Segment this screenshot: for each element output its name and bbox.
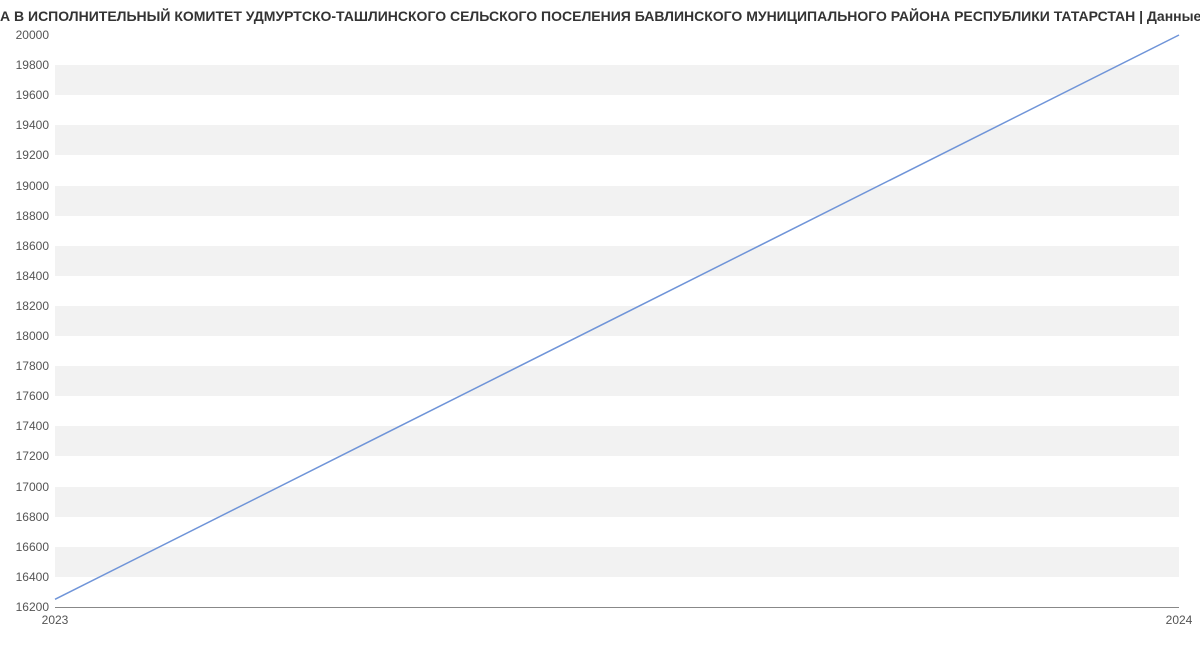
y-tick-label: 18800 [16,209,49,223]
y-tick-label: 17800 [16,359,49,373]
y-tick-label: 20000 [16,28,49,42]
y-tick-label: 19600 [16,88,49,102]
y-tick-label: 17600 [16,389,49,403]
y-tick-label: 16200 [16,600,49,614]
y-tick-label: 17400 [16,419,49,433]
x-tick-label: 2023 [42,613,69,627]
y-tick-label: 17000 [16,480,49,494]
y-tick-label: 18600 [16,239,49,253]
chart-title: А В ИСПОЛНИТЕЛЬНЫЙ КОМИТЕТ УДМУРТСКО-ТАШ… [0,8,1200,24]
chart-container: А В ИСПОЛНИТЕЛЬНЫЙ КОМИТЕТ УДМУРТСКО-ТАШ… [0,0,1200,650]
y-tick-label: 19200 [16,148,49,162]
y-tick-label: 18200 [16,299,49,313]
y-tick-label: 16600 [16,540,49,554]
y-tick-label: 19800 [16,58,49,72]
y-tick-label: 18000 [16,329,49,343]
series-line [55,35,1179,599]
line-layer [55,35,1179,607]
x-tick-label: 2024 [1166,613,1193,627]
y-tick-label: 17200 [16,449,49,463]
y-tick-label: 16400 [16,570,49,584]
plot-area: 1620016400166001680017000172001740017600… [55,35,1179,608]
y-tick-label: 19000 [16,179,49,193]
y-tick-label: 19400 [16,118,49,132]
y-tick-label: 18400 [16,269,49,283]
y-tick-label: 16800 [16,510,49,524]
